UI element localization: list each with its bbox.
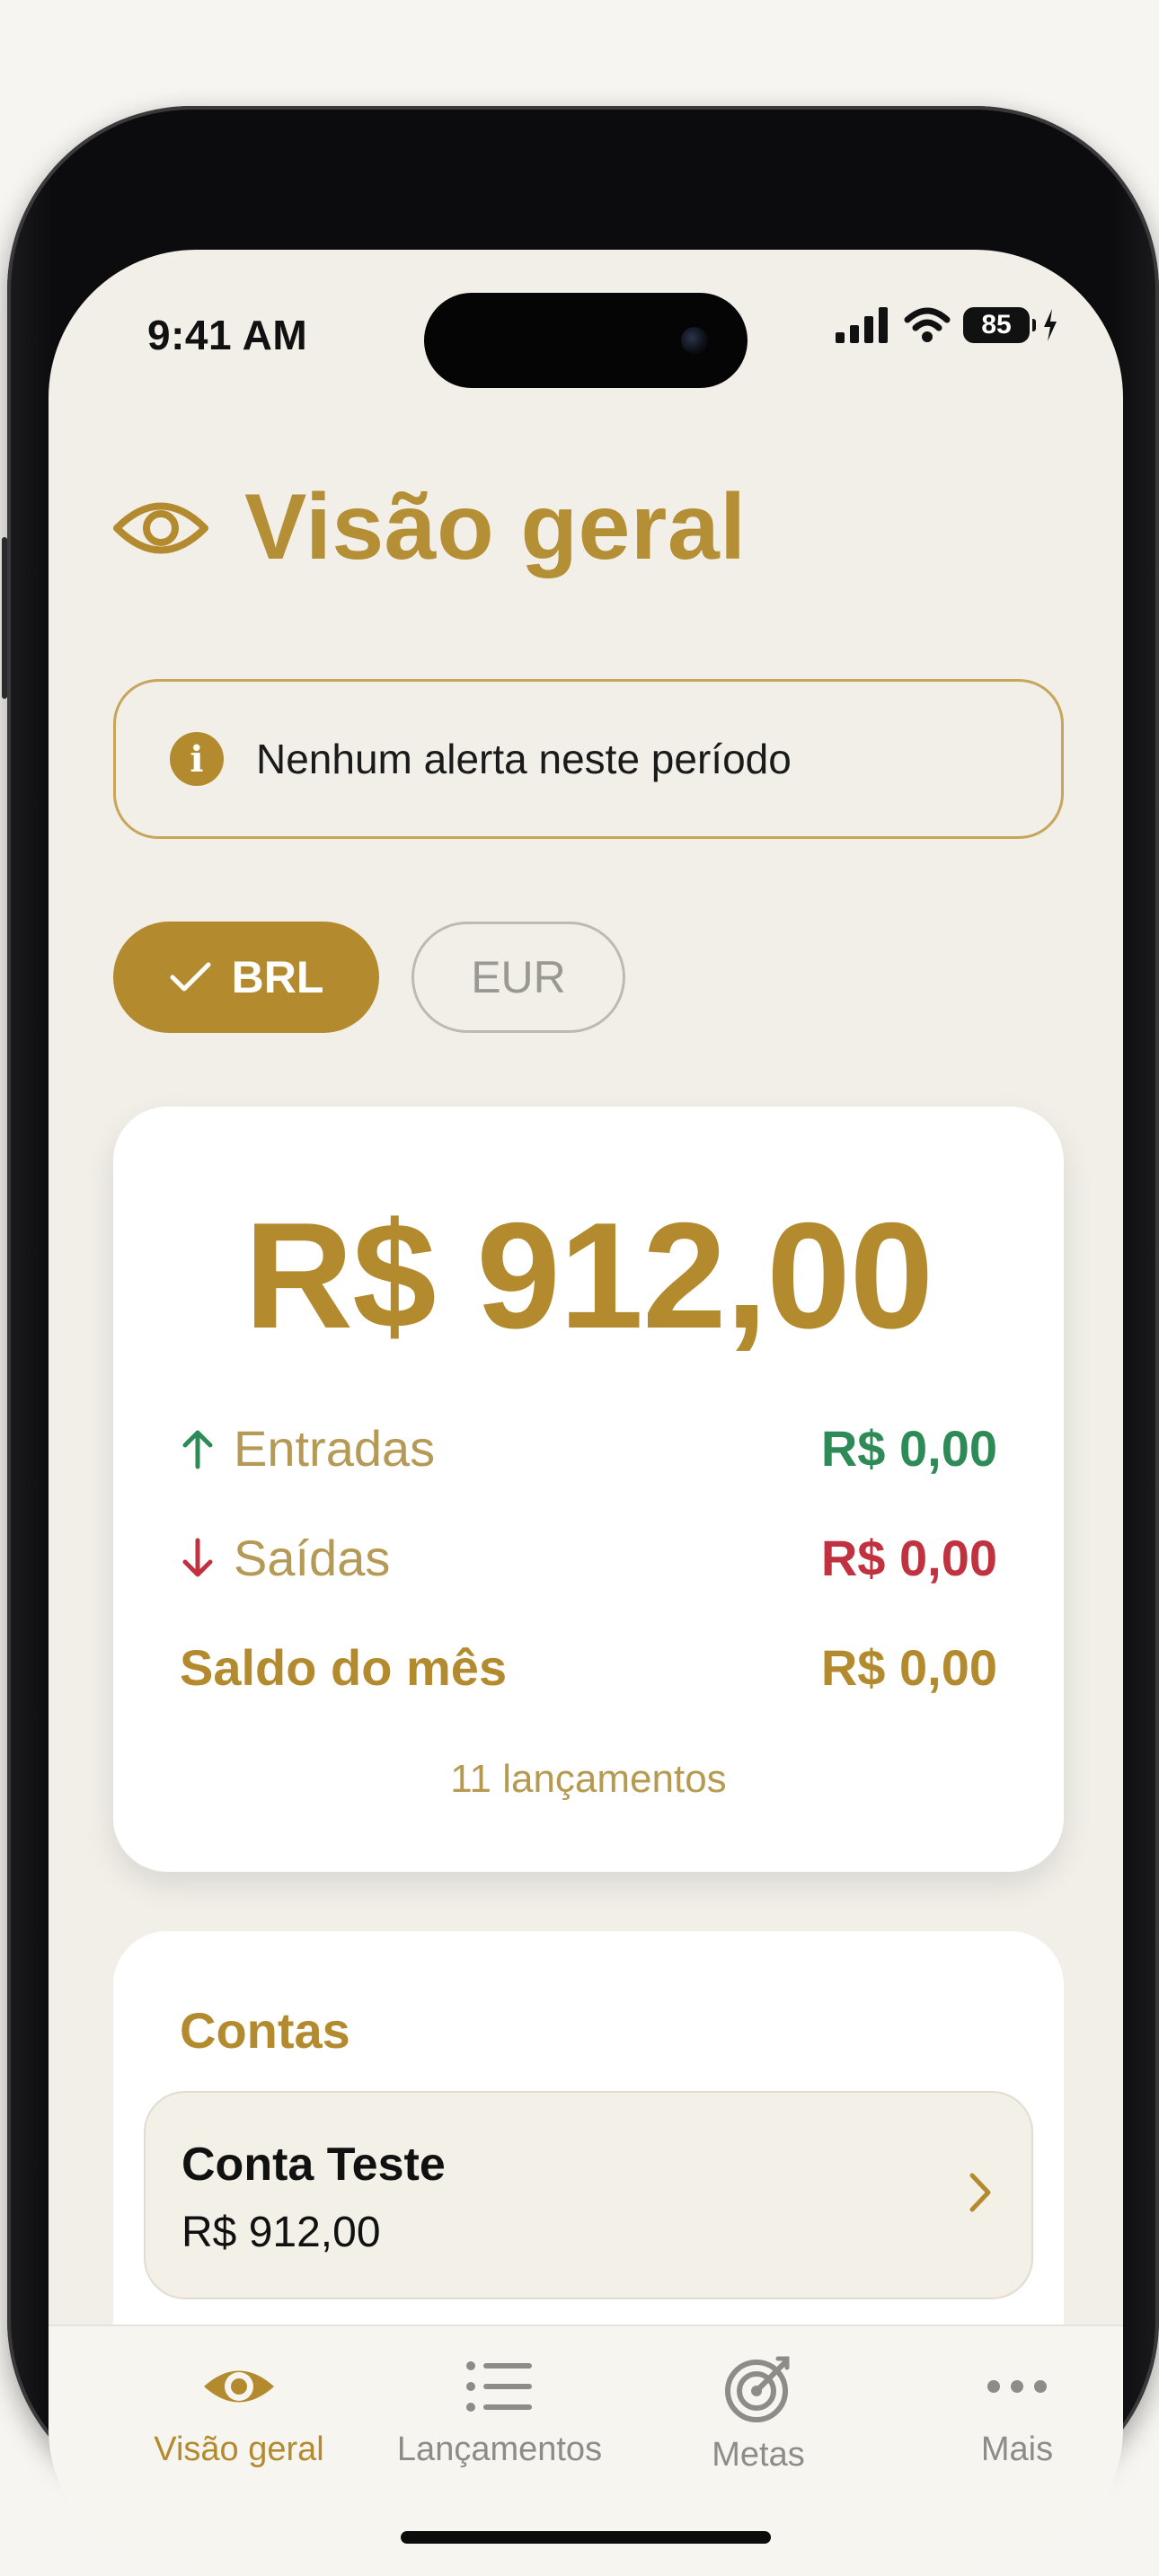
currency-chip-label: EUR — [471, 952, 566, 1002]
eye-icon — [204, 2370, 274, 2403]
alert-banner: i Nenhum alerta neste período — [113, 679, 1064, 839]
account-name: Conta Teste — [181, 2139, 446, 2191]
entries-count: 11 lançamentos — [450, 1757, 727, 1801]
more-icon — [987, 2380, 1047, 2393]
list-icon — [466, 2361, 532, 2412]
arrow-down-icon — [182, 1538, 213, 1576]
tab-label: Mais — [980, 2430, 1054, 2468]
target-icon — [725, 2356, 790, 2422]
battery-level: 85 — [981, 310, 1012, 340]
eye-icon — [113, 502, 208, 553]
expense-label: Saídas — [234, 1530, 391, 1586]
income-label: Entradas — [234, 1420, 436, 1477]
tab-mais[interactable]: Mais — [882, 2355, 1123, 2469]
dynamic-island — [424, 293, 748, 388]
alert-text: Nenhum alerta neste período — [256, 736, 792, 782]
home-indicator[interactable] — [401, 2531, 771, 2544]
chevron-right-icon — [969, 2173, 991, 2212]
wifi-icon — [904, 307, 951, 342]
status-time: 9:41 AM — [147, 312, 308, 358]
check-icon — [170, 962, 211, 992]
phone-frame: 9:41 AM 85 Visão geral i Nenhum alerta n… — [2, 106, 1159, 2576]
info-icon: i — [170, 732, 224, 786]
arrow-up-icon — [182, 1430, 213, 1469]
charging-bolt-icon — [1044, 309, 1057, 341]
total-balance: R$ 912,00 — [243, 1191, 933, 1360]
currency-chip-label: BRL — [231, 952, 324, 1002]
battery-indicator: 85 — [963, 307, 1036, 343]
month-balance-value: R$ 0,00 — [820, 1639, 997, 1696]
tab-metas[interactable]: Metas — [624, 2355, 893, 2475]
tab-label: Metas — [712, 2436, 805, 2474]
accounts-title: Contas — [180, 2002, 350, 2059]
account-item[interactable]: Conta Teste R$ 912,00 — [144, 2091, 1033, 2299]
tab-visao-geral[interactable]: Visão geral — [104, 2355, 374, 2469]
summary-card: R$ 912,00 Entradas R$ 0,00 Saídas R$ 0,0… — [113, 1107, 1064, 1872]
month-balance-row: Saldo do mês R$ 0,00 — [180, 1638, 997, 1697]
income-row: Entradas R$ 0,00 — [180, 1419, 997, 1478]
account-balance: R$ 912,00 — [181, 2209, 381, 2256]
expense-label-group: Saídas — [180, 1529, 390, 1587]
month-balance-label: Saldo do mês — [180, 1639, 508, 1696]
phone-volume-button — [2, 537, 7, 699]
tab-label: Visão geral — [154, 2430, 324, 2468]
income-label-group: Entradas — [180, 1419, 435, 1478]
income-value: R$ 0,00 — [820, 1420, 997, 1477]
front-camera — [681, 327, 708, 354]
expense-value: R$ 0,00 — [820, 1530, 997, 1586]
app-screen: 9:41 AM 85 Visão geral i Nenhum alerta n… — [49, 250, 1123, 2576]
page-header: Visão geral — [113, 474, 747, 581]
tab-label: Lançamentos — [396, 2430, 603, 2468]
tab-lancamentos[interactable]: Lançamentos — [365, 2355, 634, 2469]
page-title: Visão geral — [244, 475, 747, 579]
currency-chip-brl[interactable]: BRL — [113, 922, 379, 1033]
status-icons: 85 — [836, 307, 1058, 343]
cellular-signal-icon — [836, 307, 888, 343]
expense-row: Saídas R$ 0,00 — [180, 1529, 997, 1587]
currency-chip-eur[interactable]: EUR — [411, 922, 625, 1033]
